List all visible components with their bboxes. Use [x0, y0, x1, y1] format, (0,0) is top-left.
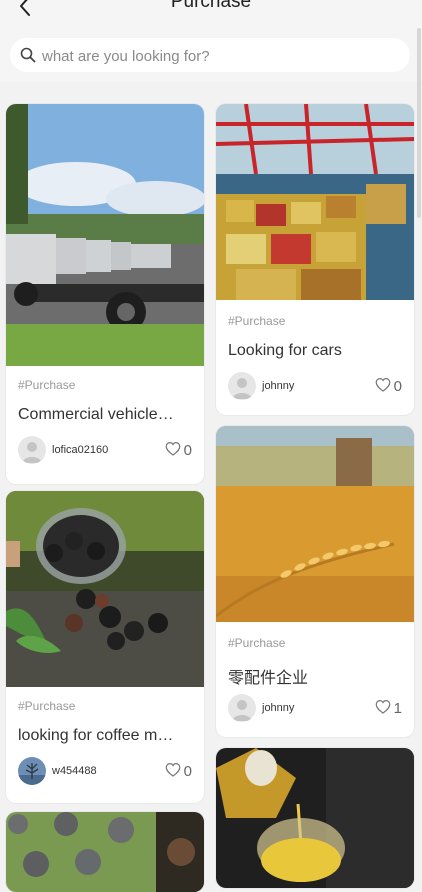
- post-card[interactable]: [6, 812, 204, 892]
- search-box[interactable]: [10, 38, 410, 72]
- like-button[interactable]: 0: [164, 440, 192, 460]
- like-count: 0: [183, 763, 192, 780]
- page-title: Purchase: [170, 0, 252, 12]
- like-count: 1: [393, 700, 402, 717]
- post-title: Looking for cars: [228, 342, 342, 359]
- search-bar: [0, 30, 422, 82]
- avatar[interactable]: [18, 436, 46, 464]
- username[interactable]: johnny: [262, 380, 294, 392]
- top-bar: Purchase: [0, 0, 422, 30]
- post-tag: #Purchase: [18, 378, 76, 392]
- heart-icon: [375, 700, 391, 714]
- post-tag: #Purchase: [228, 314, 286, 328]
- default-avatar-icon: [18, 436, 46, 464]
- post-card[interactable]: [216, 748, 414, 888]
- like-button[interactable]: 0: [164, 761, 192, 781]
- user-avatar-image: [18, 757, 46, 785]
- default-avatar-icon: [228, 694, 256, 722]
- lotus-seeds-photo: [6, 812, 204, 892]
- like-button[interactable]: 1: [374, 698, 402, 718]
- like-count: 0: [393, 378, 402, 395]
- default-avatar-icon: [228, 372, 256, 400]
- username[interactable]: lofica02160: [52, 444, 108, 456]
- heart-icon: [165, 763, 181, 777]
- wheat-field-photo: [216, 426, 414, 622]
- post-tag: #Purchase: [228, 636, 286, 650]
- post-tag: #Purchase: [18, 699, 76, 713]
- search-input[interactable]: [40, 43, 394, 69]
- heart-icon: [375, 378, 391, 392]
- post-title: Commercial vehicle…: [18, 406, 174, 423]
- post-title: 零配件企业: [228, 670, 309, 687]
- scrollbar[interactable]: [417, 28, 421, 218]
- avatar[interactable]: [228, 694, 256, 722]
- post-card[interactable]: #Purchase Commercial vehicle… lofica0216…: [6, 104, 204, 484]
- trucks-photo: [6, 104, 204, 366]
- like-count: 0: [183, 442, 192, 459]
- username[interactable]: w454488: [52, 765, 97, 777]
- post-feed[interactable]: #Purchase Commercial vehicle… lofica0216…: [0, 92, 422, 892]
- cooking-oil-photo: [216, 748, 414, 888]
- avatar[interactable]: [18, 757, 46, 785]
- avatar[interactable]: [228, 372, 256, 400]
- post-title: looking for coffee m…: [18, 727, 174, 744]
- post-card[interactable]: #Purchase Looking for cars johnny 0: [216, 104, 414, 415]
- username[interactable]: johnny: [262, 702, 294, 714]
- search-icon: [20, 47, 36, 63]
- heart-icon: [165, 442, 181, 456]
- post-card[interactable]: #Purchase looking for coffee m… w454488 …: [6, 491, 204, 803]
- shipping-port-photo: [216, 104, 414, 300]
- like-button[interactable]: 0: [374, 376, 402, 396]
- post-card[interactable]: #Purchase 零配件企业 johnny 1: [216, 426, 414, 737]
- coffee-beans-photo: [6, 491, 204, 687]
